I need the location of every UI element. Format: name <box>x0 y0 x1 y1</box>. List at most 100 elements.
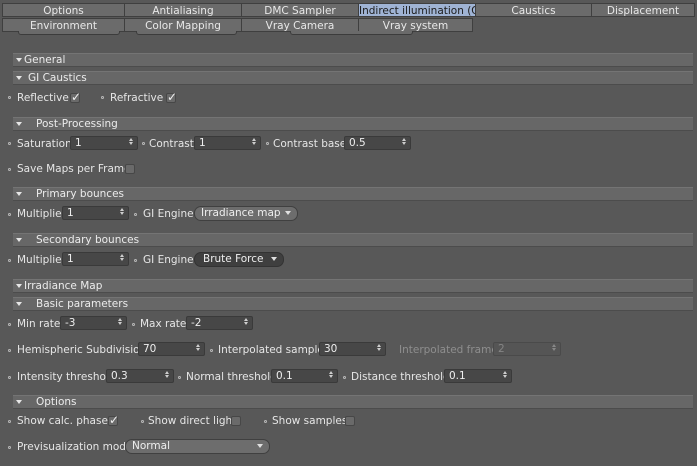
section-gi-caustics[interactable]: GI Caustics <box>13 71 693 85</box>
bullet-icon <box>8 259 11 262</box>
spinner-arrows-icon <box>552 344 557 354</box>
tab-vray-system[interactable]: Vray system <box>358 18 473 32</box>
collapse-arrow-icon <box>16 283 22 288</box>
saturation-label: Saturation <box>17 138 72 150</box>
contrast-base-field[interactable]: 0.5 <box>344 136 411 150</box>
secondary-gi-engine-label: GI Engine <box>143 254 194 266</box>
contrast-field[interactable]: 1 <box>194 136 261 150</box>
bullet-icon <box>8 420 11 423</box>
bullet-icon <box>8 168 11 171</box>
bullet-icon <box>132 323 135 326</box>
bullet-icon <box>210 349 213 352</box>
primary-multiplier-label: Multiplier <box>17 208 66 220</box>
show-direct-light-checkbox[interactable] <box>231 416 241 426</box>
spinner-arrows-icon[interactable] <box>329 371 334 381</box>
hemispheric-subdivision-field[interactable]: 70 <box>138 342 205 356</box>
previsualization-mode-label: Previsualization mode <box>17 441 133 453</box>
save-maps-label: Save Maps per Frame <box>17 163 131 175</box>
spinner-arrows-icon[interactable] <box>252 138 257 148</box>
collapse-arrow-icon <box>16 399 22 404</box>
tab-displacement[interactable]: Displacement <box>591 3 695 17</box>
refractive-label: Refractive <box>110 92 164 104</box>
bullet-icon <box>8 213 11 216</box>
tab-antialiasing[interactable]: Antialiasing <box>124 3 241 17</box>
check-icon: ✓ <box>167 90 178 104</box>
section-general[interactable]: General <box>13 53 693 67</box>
bullet-icon <box>8 96 11 99</box>
secondary-gi-engine-dropdown[interactable]: Brute Force <box>194 252 284 267</box>
tab-environment[interactable]: Environment <box>2 18 124 32</box>
spinner-arrows-icon[interactable] <box>244 318 249 328</box>
distance-threshold-field[interactable]: 0.1 <box>444 369 512 383</box>
max-rate-field[interactable]: -2 <box>186 316 253 330</box>
section-primary-bounces[interactable]: Primary bounces <box>13 187 693 201</box>
saturation-field[interactable]: 1 <box>70 136 138 150</box>
collapse-arrow-icon <box>16 75 22 80</box>
tab-caustics[interactable]: Caustics <box>475 3 591 17</box>
bullet-icon <box>142 142 145 145</box>
collapse-arrow-icon <box>16 301 22 306</box>
show-direct-light-label: Show direct light <box>148 415 237 427</box>
show-samples-label: Show samples <box>272 415 348 427</box>
section-irradiance-map[interactable]: Irradiance Map <box>13 279 693 293</box>
show-samples-checkbox[interactable] <box>345 416 355 426</box>
section-secondary-bounces[interactable]: Secondary bounces <box>13 233 693 247</box>
spinner-arrows-icon[interactable] <box>165 371 170 381</box>
spinner-arrows-icon[interactable] <box>196 344 201 354</box>
interpolated-samples-field[interactable]: 30 <box>319 342 386 356</box>
tab-dmc-sampler[interactable]: DMC Sampler <box>241 3 358 17</box>
section-options[interactable]: Options <box>13 395 693 409</box>
max-rate-label: Max rate <box>140 318 187 330</box>
refractive-checkbox[interactable]: ✓ <box>166 90 178 104</box>
chevron-down-icon <box>257 444 263 448</box>
interpolated-frames-field: 2 <box>493 342 561 356</box>
spinner-arrows-icon[interactable] <box>129 138 134 148</box>
scrolled-control[interactable] <box>136 31 237 35</box>
bullet-icon <box>8 349 11 352</box>
tab-row-1: Options Antialiasing DMC Sampler Indirec… <box>2 3 695 18</box>
collapse-arrow-icon <box>16 57 22 62</box>
intensity-threshold-field[interactable]: 0.3 <box>106 369 174 383</box>
contrast-base-label: Contrast base <box>273 138 347 150</box>
reflective-label: Reflective <box>17 92 69 104</box>
tab-color-mapping[interactable]: Color Mapping <box>124 18 241 32</box>
bullet-icon <box>141 420 144 423</box>
section-basic-parameters[interactable]: Basic parameters <box>13 297 693 311</box>
secondary-multiplier-field[interactable]: 1 <box>62 252 129 266</box>
distance-threshold-label: Distance threshold <box>351 371 450 383</box>
spinner-arrows-icon[interactable] <box>377 344 382 354</box>
spinner-arrows-icon[interactable] <box>120 208 125 218</box>
min-rate-field[interactable]: -3 <box>60 316 127 330</box>
tab-vray-camera[interactable]: Vray Camera <box>241 18 358 32</box>
reflective-checkbox[interactable]: ✓ <box>70 90 81 104</box>
previsualization-mode-dropdown[interactable]: Normal <box>125 439 270 454</box>
secondary-multiplier-label: Multiplier <box>17 254 66 266</box>
bullet-icon <box>264 420 267 423</box>
bullet-icon <box>101 96 104 99</box>
save-maps-checkbox[interactable] <box>125 164 135 174</box>
bullet-icon <box>266 142 269 145</box>
section-post-processing[interactable]: Post-Processing <box>13 117 693 131</box>
primary-gi-engine-dropdown[interactable]: Irradiance map <box>194 206 298 221</box>
bullet-icon <box>178 376 181 379</box>
scrolled-control[interactable] <box>18 31 120 35</box>
contrast-label: Contrast <box>149 138 194 150</box>
tab-options[interactable]: Options <box>2 3 124 17</box>
show-calc-phase-label: Show calc. phase <box>17 415 108 427</box>
spinner-arrows-icon[interactable] <box>402 138 407 148</box>
bullet-icon <box>134 213 137 216</box>
normal-threshold-field[interactable]: 0.1 <box>271 369 338 383</box>
scrolled-controls <box>0 31 697 39</box>
bullet-icon <box>8 376 11 379</box>
check-icon: ✓ <box>109 413 120 427</box>
primary-multiplier-field[interactable]: 1 <box>62 206 129 220</box>
tab-indirect-illumination[interactable]: Indirect illumination (GI) <box>358 3 475 17</box>
collapse-arrow-icon <box>16 191 22 196</box>
spinner-arrows-icon[interactable] <box>120 254 125 264</box>
show-calc-phase-checkbox[interactable]: ✓ <box>108 413 120 427</box>
interpolated-frames-label: Interpolated frames <box>399 344 504 356</box>
scrolled-control[interactable] <box>290 31 413 35</box>
collapse-arrow-icon <box>16 237 22 242</box>
spinner-arrows-icon[interactable] <box>118 318 123 328</box>
spinner-arrows-icon[interactable] <box>503 371 508 381</box>
